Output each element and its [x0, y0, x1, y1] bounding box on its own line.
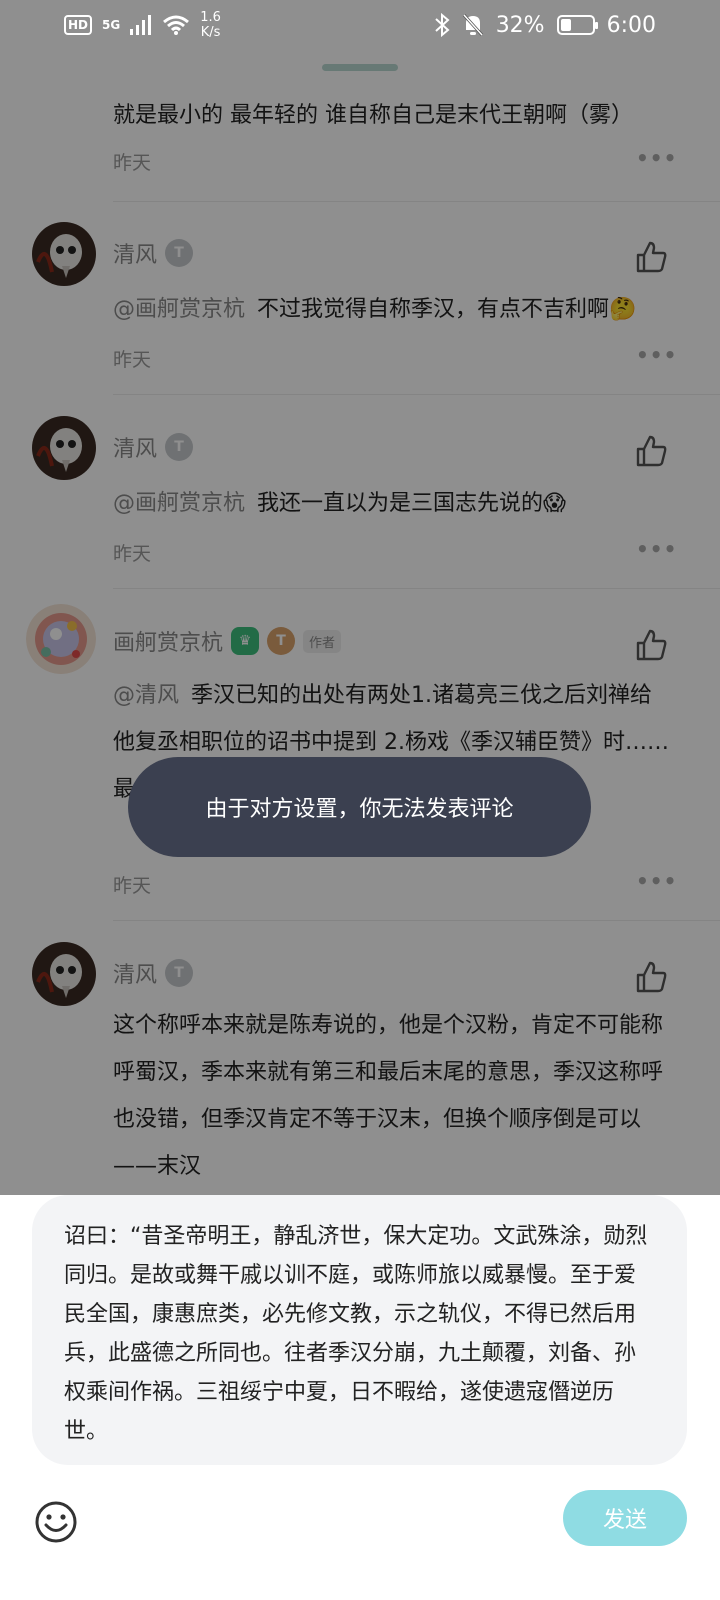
- wifi-icon: [163, 15, 190, 35]
- toast-message: 由于对方设置，你无法发表评论: [128, 757, 591, 857]
- signal-icon: [130, 15, 152, 35]
- send-button[interactable]: 发送: [563, 1490, 687, 1546]
- comment-composer: 诏曰：“昔圣帝明王，静乱济世，保大定功。文武殊涂，勋烈同归。是故或舞干戚以训不庭…: [0, 1195, 720, 1600]
- modal-dim-overlay[interactable]: [0, 0, 720, 1195]
- hd-icon: HD: [64, 15, 93, 35]
- battery-percent: 32%: [495, 12, 545, 38]
- comment-input[interactable]: 诏曰：“昔圣帝明王，静乱济世，保大定功。文武殊涂，勋烈同归。是故或舞干戚以训不庭…: [32, 1195, 687, 1465]
- bluetooth-icon: [435, 13, 450, 37]
- battery-icon: [556, 15, 598, 35]
- status-bar: HD 5G 1.6 K/s 32% 6:00: [0, 0, 720, 50]
- mute-bell-icon: [462, 13, 483, 37]
- clock: 6:00: [606, 12, 656, 38]
- net-gen: 5G: [102, 18, 121, 32]
- network-speed: 1.6 K/s: [200, 10, 221, 40]
- smiley-icon[interactable]: [34, 1500, 78, 1544]
